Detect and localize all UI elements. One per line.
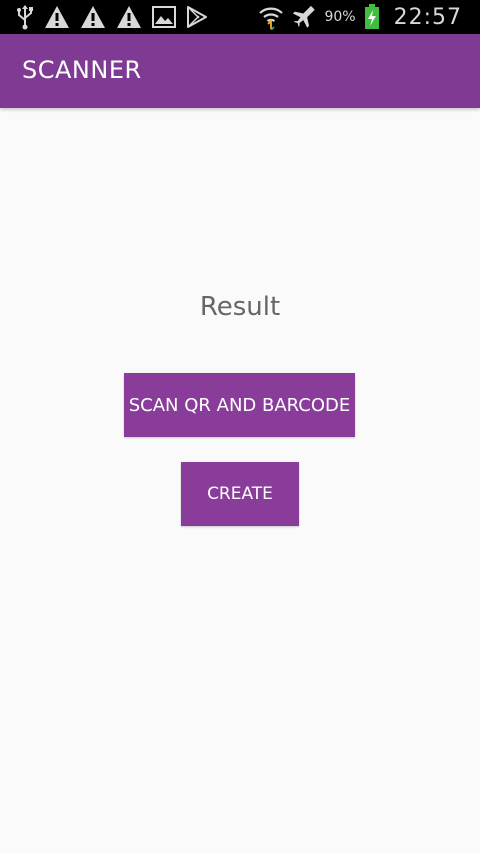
notification-icons	[16, 3, 208, 31]
clock: 22:57	[393, 4, 462, 30]
system-status: 90% 22:57	[258, 3, 462, 31]
status-bar: 90% 22:57	[0, 0, 480, 34]
warning-icon	[116, 5, 142, 29]
wifi-icon	[258, 4, 284, 30]
result-text: Result	[199, 292, 281, 322]
main-content: Result SCAN QR AND BARCODE CREATE	[0, 108, 480, 853]
create-button[interactable]: CREATE	[181, 462, 299, 526]
app-bar: SCANNER	[0, 34, 480, 108]
battery-charging-icon	[364, 4, 380, 30]
usb-icon	[16, 4, 34, 30]
play-store-icon	[186, 5, 208, 29]
warning-icon	[44, 5, 70, 29]
scan-qr-barcode-button[interactable]: SCAN QR AND BARCODE	[124, 373, 355, 437]
warning-icon	[80, 5, 106, 29]
image-icon	[152, 6, 176, 28]
battery-percent: 90%	[324, 9, 356, 25]
airplane-mode-icon	[292, 5, 316, 29]
app-title: SCANNER	[22, 56, 142, 84]
